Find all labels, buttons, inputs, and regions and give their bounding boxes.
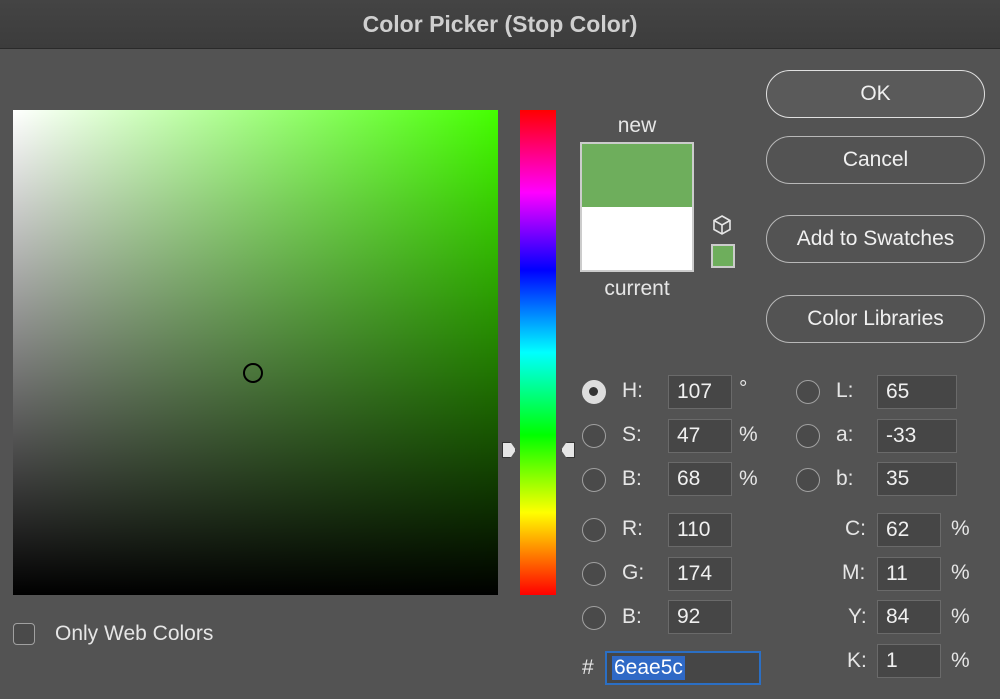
radio-b-channel[interactable]: [796, 468, 820, 492]
new-color-swatch: [582, 144, 692, 207]
green-label: G:: [622, 561, 645, 584]
magenta-unit: %: [951, 561, 970, 584]
cyan-input[interactable]: 62: [877, 513, 941, 547]
square-swatch-icon[interactable]: [711, 244, 735, 268]
b-channel-input[interactable]: 35: [877, 462, 957, 496]
black-input[interactable]: 1: [877, 644, 941, 678]
b-channel-label: b:: [836, 467, 854, 490]
red-input[interactable]: 110: [668, 513, 732, 547]
magenta-input[interactable]: 11: [877, 557, 941, 591]
radio-hue[interactable]: [582, 380, 606, 404]
cyan-unit: %: [951, 517, 970, 540]
magenta-label: M:: [842, 561, 866, 584]
cyan-label: C:: [845, 517, 866, 540]
hue-label: H:: [622, 379, 643, 402]
brightness-label: B:: [622, 467, 642, 490]
cube-icon[interactable]: [711, 214, 733, 236]
radio-a-channel[interactable]: [796, 424, 820, 448]
hue-slider-handle-left[interactable]: [502, 442, 516, 458]
hue-slider[interactable]: [520, 110, 556, 595]
title-bar: Color Picker (Stop Color): [0, 0, 1000, 49]
new-color-label: new: [617, 114, 657, 137]
radio-lightness[interactable]: [796, 380, 820, 404]
brightness-unit: %: [739, 467, 758, 490]
color-field-cursor[interactable]: [243, 363, 263, 383]
hue-input[interactable]: 107: [668, 375, 732, 409]
green-input[interactable]: 174: [668, 557, 732, 591]
hue-slider-handle-right[interactable]: [561, 442, 575, 458]
hue-unit: °: [739, 377, 748, 400]
current-color-swatch[interactable]: [582, 207, 692, 270]
black-unit: %: [951, 649, 970, 672]
saturation-input[interactable]: 47: [668, 419, 732, 453]
only-web-colors-checkbox[interactable]: [13, 623, 35, 645]
color-libraries-button[interactable]: Color Libraries: [766, 295, 985, 343]
color-preview: [580, 142, 694, 272]
lightness-input[interactable]: 65: [877, 375, 957, 409]
cancel-button[interactable]: Cancel: [766, 136, 985, 184]
radio-brightness[interactable]: [582, 468, 606, 492]
radio-blue[interactable]: [582, 606, 606, 630]
yellow-input[interactable]: 84: [877, 600, 941, 634]
add-to-swatches-button[interactable]: Add to Swatches: [766, 215, 985, 263]
window-title: Color Picker (Stop Color): [362, 10, 638, 37]
yellow-unit: %: [951, 605, 970, 628]
ok-button[interactable]: OK: [766, 70, 985, 118]
current-color-label: current: [604, 277, 670, 300]
blue-label: B:: [622, 605, 642, 628]
hex-prefix: #: [582, 656, 594, 679]
only-web-colors-label[interactable]: Only Web Colors: [55, 622, 213, 646]
a-channel-input[interactable]: -33: [877, 419, 957, 453]
radio-green[interactable]: [582, 562, 606, 586]
a-channel-label: a:: [836, 423, 854, 446]
brightness-input[interactable]: 68: [668, 462, 732, 496]
saturation-label: S:: [622, 423, 642, 446]
yellow-label: Y:: [848, 605, 867, 628]
blue-input[interactable]: 92: [668, 600, 732, 634]
radio-saturation[interactable]: [582, 424, 606, 448]
red-label: R:: [622, 517, 643, 540]
color-field[interactable]: [13, 110, 498, 595]
lightness-label: L:: [836, 379, 854, 402]
radio-red[interactable]: [582, 518, 606, 542]
saturation-unit: %: [739, 423, 758, 446]
hex-input[interactable]: 6eae5c: [605, 651, 761, 685]
hex-value: 6eae5c: [612, 656, 685, 680]
black-label: K:: [847, 649, 867, 672]
